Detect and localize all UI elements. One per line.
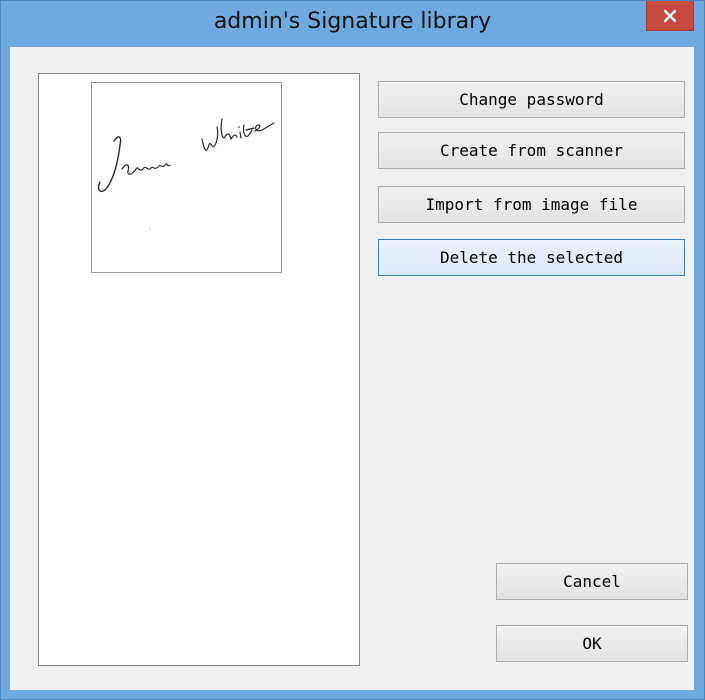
window-title: admin's Signature library [213, 9, 492, 34]
ok-button[interactable]: OK [496, 625, 688, 662]
create-from-scanner-button[interactable]: Create from scanner [378, 132, 685, 169]
import-from-image-button[interactable]: Import from image file [378, 186, 685, 223]
cancel-button[interactable]: Cancel [496, 563, 688, 600]
close-icon [663, 9, 677, 22]
signature-list[interactable] [38, 73, 360, 666]
title-bar[interactable]: admin's Signature library [1, 1, 704, 45]
delete-selected-button[interactable]: Delete the selected [378, 239, 685, 276]
signature-image [97, 118, 275, 230]
signature-thumbnail[interactable] [91, 82, 282, 273]
close-button[interactable] [646, 1, 694, 31]
dialog-client-area: Change password Create from scanner Impo… [10, 47, 694, 690]
change-password-button[interactable]: Change password [378, 81, 685, 118]
signature-library-window: admin's Signature library Change passwor… [0, 0, 705, 700]
